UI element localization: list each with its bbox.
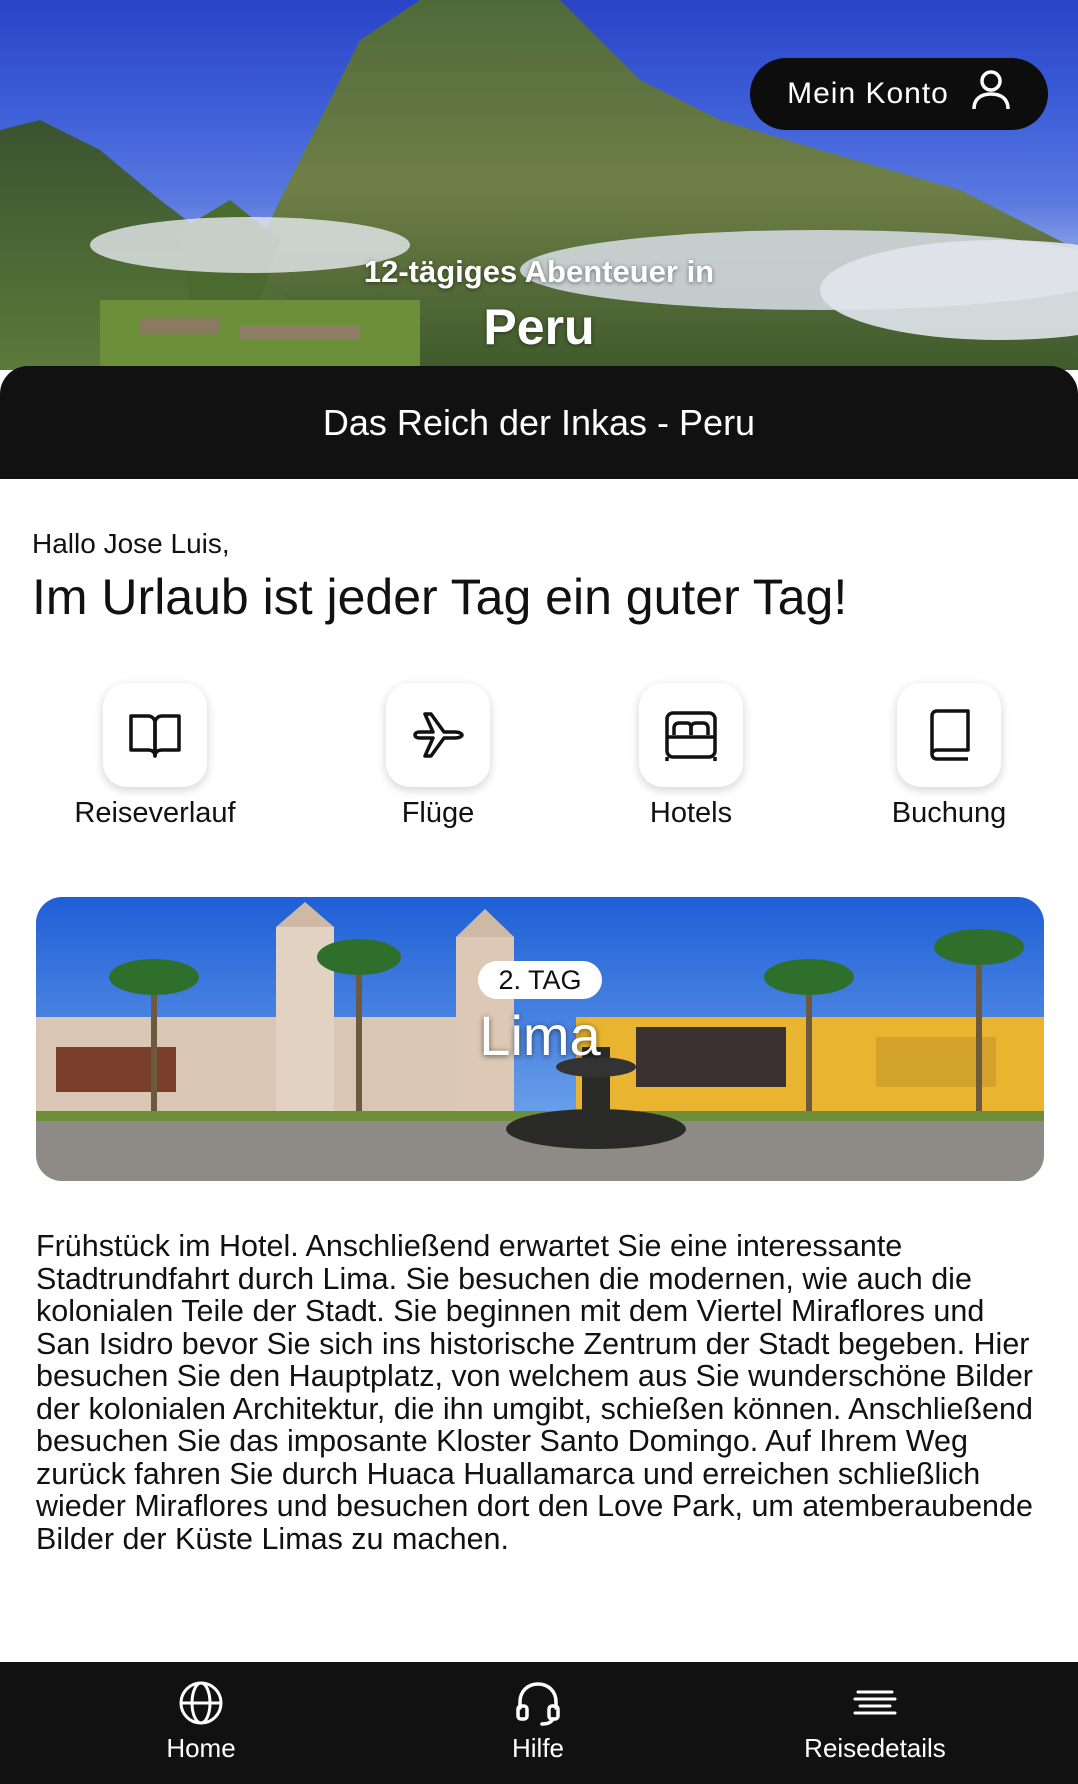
- quick-link-hotels[interactable]: Hotels: [591, 683, 791, 830]
- nav-label: Reisedetails: [804, 1733, 946, 1763]
- day-card-lima[interactable]: 2. TAG Lima: [36, 897, 1044, 1181]
- bottom-navigation: Home Hilfe Reisedetails: [0, 1662, 1078, 1784]
- hero-title: Peru: [483, 299, 595, 355]
- quick-link-label: Flüge: [401, 797, 475, 829]
- headset-icon: [514, 1682, 562, 1730]
- day-description: Frühstück im Hotel. Anschließend erwarte…: [36, 1229, 1033, 1556]
- nav-reisedetails[interactable]: Reisedetails: [775, 1680, 975, 1764]
- nav-label: Home: [166, 1733, 236, 1763]
- quick-link-label: Reiseverlauf: [74, 797, 236, 829]
- tour-name-bar: Das Reich der Inkas - Peru: [0, 366, 1078, 479]
- book-icon: [897, 683, 1001, 787]
- hero-subtitle: 12-tägiges Abenteuer in: [363, 254, 715, 289]
- user-icon: [971, 69, 1011, 119]
- welcome-headline: Im Urlaub ist jeder Tag ein guter Tag!: [32, 569, 848, 625]
- open-book-icon: [103, 683, 207, 787]
- nav-home[interactable]: Home: [101, 1680, 301, 1764]
- hero-banner: Mein Konto 12-tägiges Abenteuer in Peru: [0, 0, 1078, 370]
- globe-icon: [178, 1681, 224, 1730]
- quick-link-label: Hotels: [649, 797, 733, 829]
- day-city-title: Lima: [479, 1004, 601, 1067]
- day-badge: 2. TAG: [478, 961, 602, 999]
- nav-label: Hilfe: [511, 1733, 564, 1763]
- menu-lines-icon: [852, 1690, 898, 1730]
- account-button[interactable]: Mein Konto: [750, 58, 1048, 130]
- tour-name: Das Reich der Inkas - Peru: [322, 401, 756, 443]
- nav-hilfe[interactable]: Hilfe: [438, 1680, 638, 1764]
- quick-link-label: Buchung: [891, 797, 1007, 829]
- quick-link-fluege[interactable]: Flüge: [338, 683, 538, 830]
- quick-link-buchung[interactable]: Buchung: [849, 683, 1049, 830]
- airplane-icon: [386, 683, 490, 787]
- account-label: Mein Konto: [787, 77, 949, 110]
- bed-icon: [639, 683, 743, 787]
- quick-link-reiseverlauf[interactable]: Reiseverlauf: [55, 683, 255, 830]
- greeting-text: Hallo Jose Luis,: [32, 528, 230, 559]
